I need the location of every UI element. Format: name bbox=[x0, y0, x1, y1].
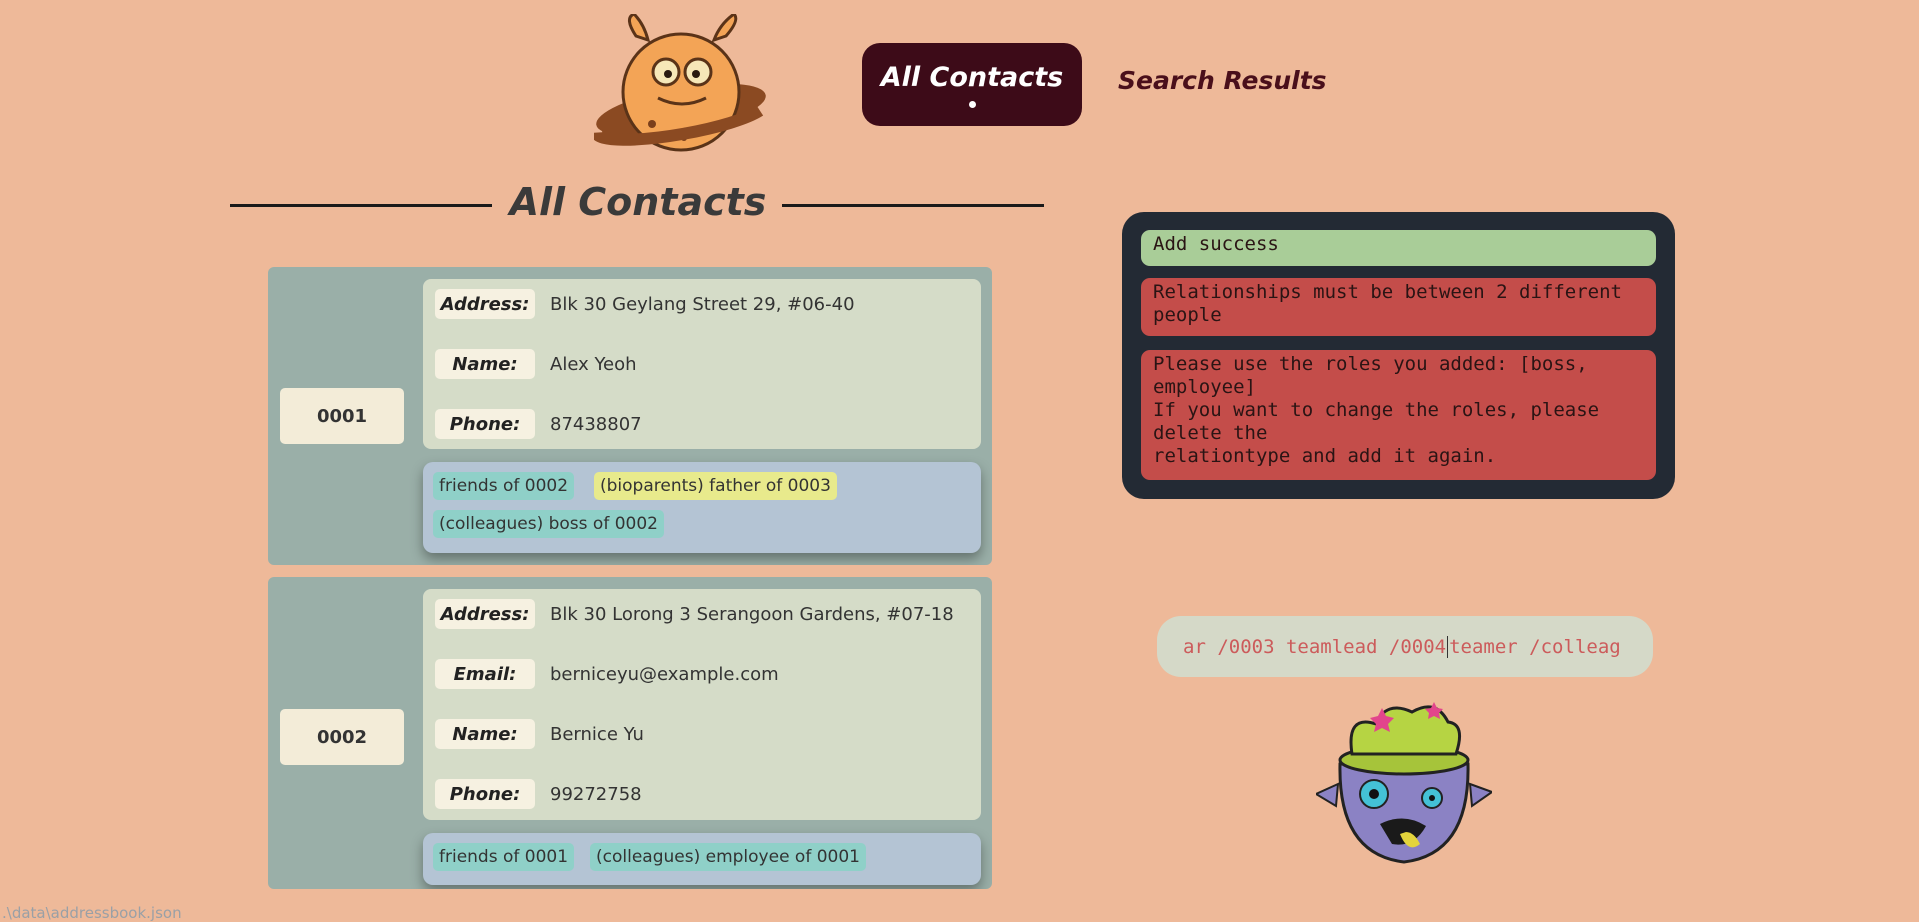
field-row-address: Address: Blk 30 Geylang Street 29, #06-4… bbox=[423, 288, 981, 320]
active-indicator-dot bbox=[968, 100, 976, 108]
field-row-address: Address: Blk 30 Lorong 3 Serangoon Garde… bbox=[423, 598, 981, 630]
relationship-tag: (colleagues) employee of 0001 bbox=[590, 843, 866, 871]
command-text-after-caret: teamer /colleag bbox=[1449, 635, 1621, 658]
field-key: Name: bbox=[435, 719, 535, 749]
error-line: relationtype and add it again. bbox=[1153, 445, 1497, 467]
monster-mascot-image bbox=[1316, 702, 1492, 864]
field-key: Address: bbox=[435, 599, 535, 629]
field-value: Bernice Yu bbox=[550, 723, 644, 745]
title-divider-right bbox=[782, 204, 1044, 207]
field-key: Email: bbox=[435, 659, 535, 689]
relationship-tag: (bioparents) father of 0003 bbox=[594, 472, 837, 500]
relationship-tag: friends of 0001 bbox=[433, 843, 575, 871]
nav-all-contacts-button[interactable]: All Contacts bbox=[862, 43, 1082, 126]
field-row-name: Name: Bernice Yu bbox=[423, 718, 981, 750]
field-key: Phone: bbox=[435, 779, 535, 809]
contact-fields: Address: Blk 30 Lorong 3 Serangoon Garde… bbox=[423, 589, 981, 820]
result-display-panel[interactable]: Add success Relationships must be betwee… bbox=[1122, 212, 1675, 499]
field-row-phone: Phone: 87438807 bbox=[423, 408, 981, 440]
error-message: Relationships must be between 2 differen… bbox=[1141, 278, 1656, 336]
relationship-tag: (colleagues) boss of 0002 bbox=[433, 510, 664, 538]
contact-id-badge: 0001 bbox=[280, 388, 404, 444]
contact-card[interactable]: 0001 Address: Blk 30 Geylang Street 29, … bbox=[268, 267, 992, 565]
relationship-tag: friends of 0002 bbox=[433, 472, 575, 500]
field-row-name: Name: Alex Yeoh bbox=[423, 348, 981, 380]
error-line: If you want to change the roles, please … bbox=[1153, 399, 1600, 444]
nav-search-results-link[interactable]: Search Results bbox=[1118, 66, 1327, 95]
title-divider-left bbox=[230, 204, 492, 207]
page-title: All Contacts bbox=[509, 180, 767, 224]
error-line: Please use the roles you added: [boss, e… bbox=[1153, 353, 1588, 398]
field-value: 99272758 bbox=[550, 783, 642, 805]
data-file-path: .\data\addressbook.json bbox=[2, 904, 182, 922]
planet-mascot-logo bbox=[594, 14, 768, 152]
contact-card[interactable]: 0002 Address: Blk 30 Lorong 3 Serangoon … bbox=[268, 577, 992, 889]
field-value: Blk 30 Lorong 3 Serangoon Gardens, #07-1… bbox=[550, 603, 954, 625]
command-input[interactable]: ar /0003 teamlead /0004 teamer /colleag bbox=[1157, 616, 1653, 677]
nav-all-contacts-label: All Contacts bbox=[880, 61, 1064, 93]
success-message: Add success bbox=[1141, 230, 1656, 266]
field-key: Name: bbox=[435, 349, 535, 379]
contact-id-badge: 0002 bbox=[280, 709, 404, 765]
relationship-tags: friends of 0001 (colleagues) employee of… bbox=[423, 833, 981, 885]
field-row-email: Email: berniceyu@example.com bbox=[423, 658, 981, 690]
field-key: Address: bbox=[435, 289, 535, 319]
field-value: Blk 30 Geylang Street 29, #06-40 bbox=[550, 293, 855, 315]
field-key: Phone: bbox=[435, 409, 535, 439]
text-caret bbox=[1447, 635, 1449, 658]
field-value: Alex Yeoh bbox=[550, 353, 637, 375]
field-row-phone: Phone: 99272758 bbox=[423, 778, 981, 810]
field-value: 87438807 bbox=[550, 413, 642, 435]
error-message: Please use the roles you added: [boss, e… bbox=[1141, 350, 1656, 480]
command-text-before-caret: ar /0003 teamlead /0004 bbox=[1183, 635, 1447, 658]
field-value: berniceyu@example.com bbox=[550, 663, 779, 685]
contact-fields: Address: Blk 30 Geylang Street 29, #06-4… bbox=[423, 279, 981, 449]
relationship-tags: friends of 0002 (bioparents) father of 0… bbox=[423, 462, 981, 553]
